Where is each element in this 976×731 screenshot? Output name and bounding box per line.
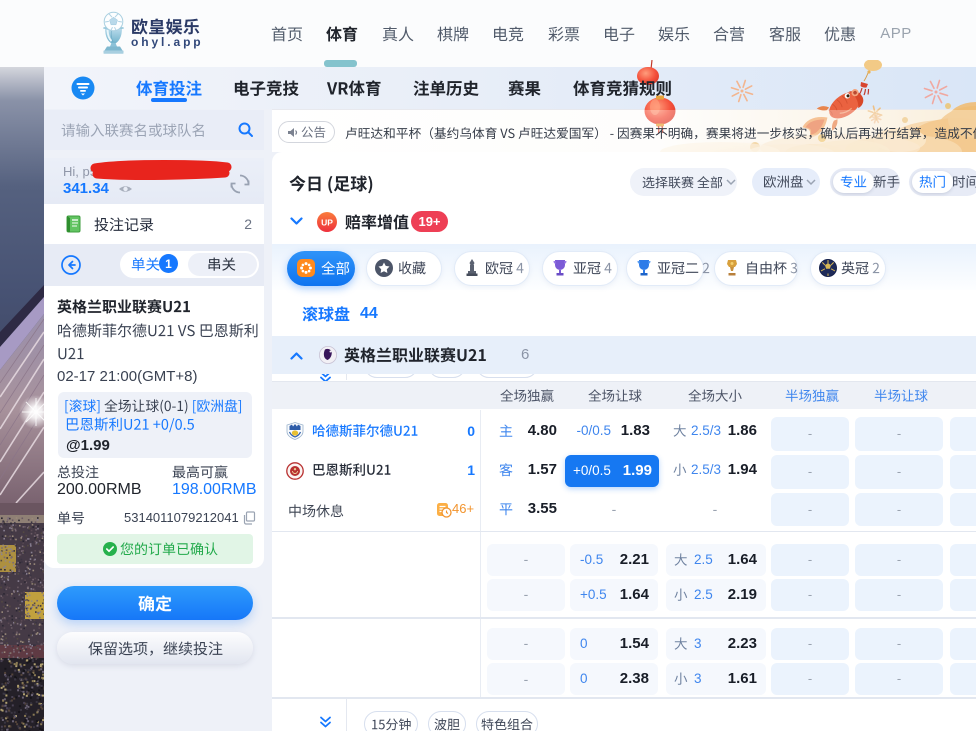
svg-text:UP: UP [321, 218, 333, 228]
